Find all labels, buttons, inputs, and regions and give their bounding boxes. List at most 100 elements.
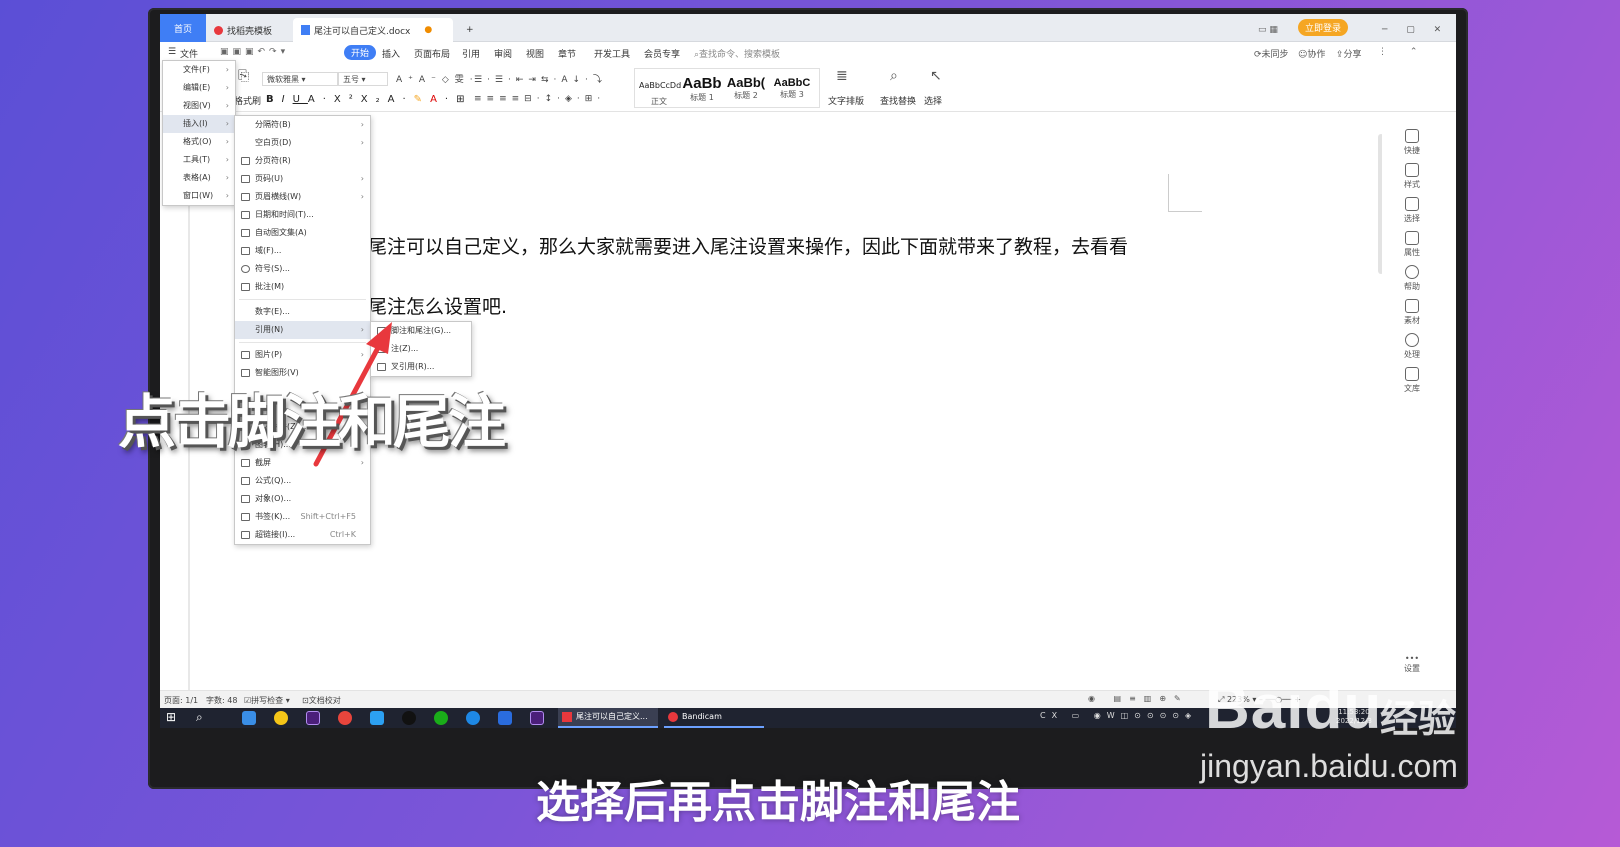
insert-page-break[interactable]: 分页符(R)	[235, 152, 370, 170]
wechat-icon[interactable]	[434, 711, 448, 725]
insert-comment[interactable]: 批注(M)	[235, 278, 370, 296]
spell-check[interactable]: ☑拼写检查 ▾	[244, 695, 290, 706]
menu-item-tools[interactable]: 工具(T) ›	[163, 151, 235, 169]
sync-button[interactable]: ⟳未同步	[1254, 47, 1289, 60]
style-normal[interactable]: AaBbCcDd 正文	[639, 75, 681, 111]
view-mode-icons[interactable]: ◉ ▤≡▥⊕✎	[1088, 694, 1189, 703]
list-tools[interactable]: ☰·☰·⇤⇥⇆·A↓·⤵	[474, 72, 607, 85]
premiere-icon[interactable]	[306, 711, 320, 725]
menu-member[interactable]: 会员专享	[644, 47, 680, 60]
tab-bar: 首页 找稻壳模板 尾注可以自己定义.docx ● + ▭ ▦ 立即登录 ─ ▢ ✕	[160, 14, 1456, 42]
menu-item-view[interactable]: 视图(V) ›	[163, 97, 235, 115]
window-controls[interactable]: ─ ▢ ✕	[1374, 18, 1456, 42]
insert-field[interactable]: 域(F)...	[235, 242, 370, 260]
align-tools[interactable]: ≡≡≡≡⊟·↕·◈·⊞·	[474, 94, 605, 104]
overlay-instruction: 点击脚注和尾注	[118, 388, 506, 456]
command-search[interactable]: ⌕查找命令、搜索模板	[694, 47, 780, 60]
insert-header-line[interactable]: 页眉横线(W) ›	[235, 188, 370, 206]
login-button[interactable]: 立即登录	[1298, 19, 1349, 36]
menu-insert[interactable]: 插入	[382, 47, 400, 60]
qq-browser-icon[interactable]	[370, 711, 384, 725]
tray-icons[interactable]: CX ▭ ◉W◫⊙⊙⊙⊙◈	[1040, 711, 1197, 720]
proofread[interactable]: ⊡文档校对	[302, 695, 341, 706]
hamburger-icon[interactable]: ☰	[168, 47, 176, 57]
insert-blank-page[interactable]: 空白页(D) ›	[235, 134, 370, 152]
select-label[interactable]: 选择	[924, 94, 942, 107]
word-count[interactable]: 字数: 48	[206, 695, 237, 706]
search-icon[interactable]: ⌕	[196, 710, 210, 724]
share-button[interactable]: ⇪分享	[1336, 47, 1362, 60]
menu-item-insert[interactable]: 插入(I) ›	[163, 115, 235, 133]
quick-button[interactable]: 快捷	[1392, 129, 1432, 156]
quick-access-icons[interactable]: ▣▣▣↶↷▾	[220, 47, 289, 57]
font-select[interactable]: 微软雅黑 ▾	[262, 72, 338, 86]
style-h1[interactable]: AaBb 标题 1	[681, 75, 723, 111]
header-line-icon	[241, 193, 250, 201]
collab-button[interactable]: ☺协作	[1298, 47, 1325, 60]
insert-hyperlink[interactable]: 超链接(I)... Ctrl+K	[235, 526, 370, 544]
tab-document[interactable]: 尾注可以自己定义.docx ●	[293, 18, 453, 42]
page-count[interactable]: 页面: 1/1	[164, 695, 198, 706]
new-tab-button[interactable]: +	[458, 18, 482, 42]
material-button[interactable]: 素材	[1392, 299, 1432, 326]
insert-autotext[interactable]: 自动图文集(A)	[235, 224, 370, 242]
qq-icon[interactable]	[402, 711, 416, 725]
app2-icon[interactable]	[498, 711, 512, 725]
font-size-tools[interactable]: A⁺A⁻◇雯·	[396, 72, 479, 85]
style-h2[interactable]: AaBb(标题 2	[725, 75, 767, 111]
insert-object[interactable]: 对象(O)...	[235, 490, 370, 508]
more-icon[interactable]: ⋮ ⌃	[1378, 47, 1427, 57]
premiere2-icon[interactable]	[530, 711, 544, 725]
login-label: 立即登录	[1305, 24, 1342, 34]
menu-item-format[interactable]: 格式(O) ›	[163, 133, 235, 151]
select-cursor-icon[interactable]: ↖	[930, 68, 942, 84]
format-painter-icon[interactable]: ⎘	[238, 68, 249, 84]
style-button[interactable]: 样式	[1392, 163, 1432, 190]
library-button[interactable]: 文库	[1392, 367, 1432, 394]
menu-item-edit[interactable]: 编辑(E) ›	[163, 79, 235, 97]
quick-icon	[1405, 129, 1419, 143]
text-layout-label[interactable]: 文字排版	[828, 94, 864, 107]
windows-start-icon[interactable]: ⊞	[166, 710, 180, 724]
settings-button[interactable]: ••• 设置	[1392, 654, 1432, 674]
tab-home[interactable]: 首页	[160, 14, 206, 42]
edge-icon[interactable]	[466, 711, 480, 725]
menu-chapter[interactable]: 章节	[558, 47, 576, 60]
taskbar-bandicam[interactable]: Bandicam	[664, 708, 764, 728]
app-icon[interactable]	[274, 711, 288, 725]
close-tab-icon[interactable]: ●	[424, 25, 432, 35]
select-button[interactable]: 选择	[1392, 197, 1432, 224]
insert-separator[interactable]: 分隔符(B) ›	[235, 116, 370, 134]
insert-page-number[interactable]: 页码(U) ›	[235, 170, 370, 188]
tab-template[interactable]: 找稻壳模板	[206, 18, 292, 42]
insert-symbol[interactable]: 符号(S)...	[235, 260, 370, 278]
proof-label: 文档校对	[308, 696, 341, 705]
font-style-tools[interactable]: BIUA·X²X₂A·✎A·⊞	[266, 94, 472, 105]
photos-icon[interactable]	[242, 711, 256, 725]
share-label: 分享	[1343, 50, 1362, 60]
menu-file[interactable]: 文件	[180, 47, 198, 60]
chrome-icon[interactable]	[338, 711, 352, 725]
taskbar-wps[interactable]: 尾注可以自己定义...	[558, 708, 658, 728]
menu-dev[interactable]: 开发工具	[594, 47, 630, 60]
find-replace-label[interactable]: 查找替换	[880, 94, 916, 107]
text-layout-icon[interactable]: ≣	[836, 68, 848, 84]
menu-reference[interactable]: 引用	[462, 47, 480, 60]
find-replace-icon[interactable]: ⌕	[890, 68, 898, 84]
layout-icon[interactable]: ▭ ▦	[1250, 18, 1286, 42]
property-button[interactable]: 属性	[1392, 231, 1432, 258]
menu-view[interactable]: 视图	[526, 47, 544, 60]
menu-item-table[interactable]: 表格(A) ›	[163, 169, 235, 187]
insert-bookmark[interactable]: 书签(K)... Shift+Ctrl+F5	[235, 508, 370, 526]
insert-date-time[interactable]: 日期和时间(T)...	[235, 206, 370, 224]
menu-item-file[interactable]: 文件(F) ›	[163, 61, 235, 79]
process-button[interactable]: 处理	[1392, 333, 1432, 360]
format-painter-label: 格式刷	[234, 97, 262, 107]
menu-layout[interactable]: 页面布局	[414, 47, 450, 60]
menu-start[interactable]: 开始	[344, 45, 377, 60]
menu-review[interactable]: 审阅	[494, 47, 512, 60]
menu-item-window[interactable]: 窗口(W) ›	[163, 187, 235, 205]
help-button[interactable]: 帮助	[1392, 265, 1432, 292]
size-select[interactable]: 五号 ▾	[338, 72, 388, 86]
style-h3[interactable]: AaBbC 标题 3	[769, 75, 815, 111]
